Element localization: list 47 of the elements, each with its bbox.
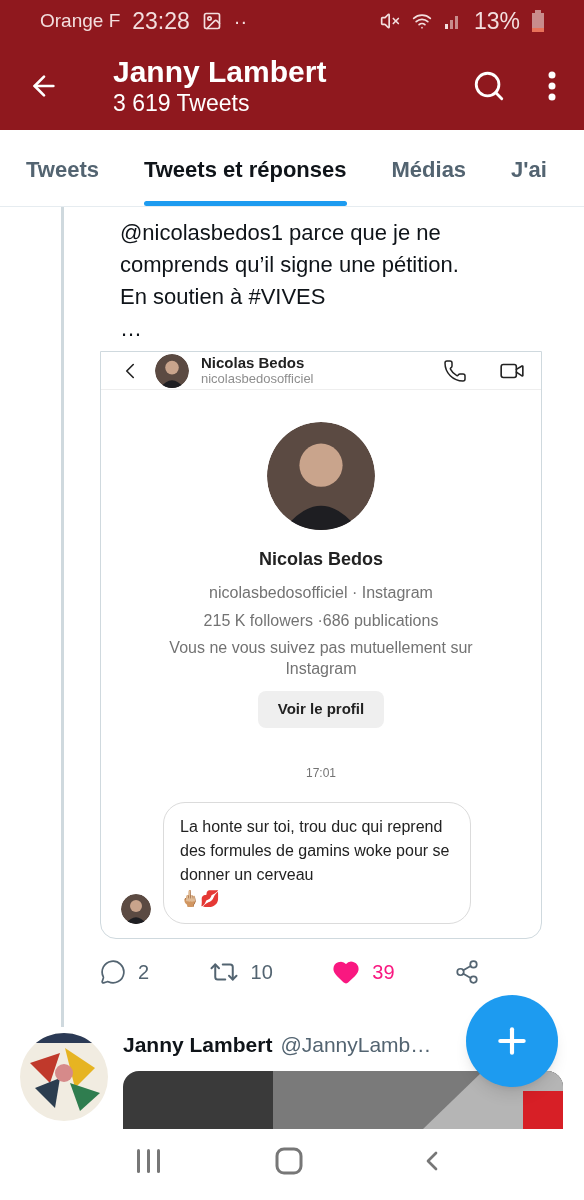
message-time: 17:01 [306,764,336,782]
reply-icon [100,959,126,985]
menu-button[interactable] [548,71,556,101]
phone-icon [443,358,467,383]
chat-name: Nicolas Bedos [201,354,306,371]
message-text: La honte sur toi, trou duc qui reprend des formules de gamins woke pour se donner un cerveau [180,816,451,885]
share-icon [454,959,480,985]
profile-name: Nicolas Bedos [258,548,383,571]
clock-time: 23:28 [132,6,190,36]
message-emoji: 🖕🏼💋 [180,888,221,909]
tweet-text-line: @nicolasbedos1 parce que je ne [120,219,442,247]
tweet-text-line: … [120,315,143,343]
user-avatar [121,893,151,924]
profile-tab[interactable]: J'ai [511,129,547,206]
action-count: 2 [138,960,150,985]
profile-tab[interactable]: Tweets [26,129,99,206]
tweet-text-line: comprends qu’il signe une pétition. [120,251,460,279]
wifi-icon [411,11,432,31]
view-profile-button[interactable]: Voir le profil [257,691,385,728]
battery-percent: 13% [473,6,520,36]
image-icon [201,11,222,31]
search-button[interactable] [472,69,506,103]
compose-button[interactable] [466,995,558,1087]
action-count: 10 [250,960,273,985]
author-handle: @JannyLamb… [280,1032,432,1058]
share-button[interactable] [454,959,480,985]
search-icon [472,69,506,103]
home-icon[interactable] [275,1147,303,1175]
chat-handle: nicolasbedosofficiel [201,370,315,387]
tweet-count: 3 619 Tweets [113,89,251,117]
profile-note: Vous ne vous suivez pas mutuellement sur Instagram [168,638,474,679]
reply-button[interactable] [100,959,126,985]
action-count: 39 [372,960,395,985]
menu-icon [548,71,556,101]
author-name: Janny Lambert [123,1032,273,1058]
profile-tab[interactable]: Tweets et réponses [143,129,347,206]
profile-name: Janny Lambert [113,55,328,89]
battery-icon [532,10,544,32]
recent-apps-icon[interactable] [136,1149,163,1173]
profile-meta: nicolasbedosofficiel · Instagram [209,583,433,603]
profile-stats: 215 K followers ·686 publications [203,611,439,631]
tweet-text-line: En soutien à #VIVES [120,283,327,311]
profile-tab[interactable]: Médias [391,129,467,206]
user-avatar [155,353,189,388]
mute-icon [379,11,400,31]
carrier-label: Orange F [40,8,121,33]
more-dots: ·· [233,9,248,34]
